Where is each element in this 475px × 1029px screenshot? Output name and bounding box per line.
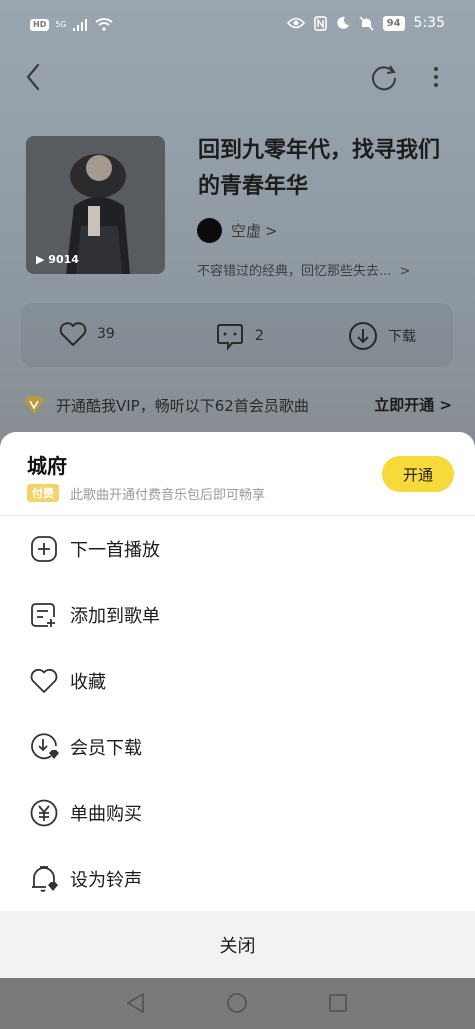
menu-item-label: 添加到歌单 — [70, 606, 160, 627]
menu-item-label: 会员下载 — [70, 738, 142, 759]
back-arrow-icon[interactable] — [24, 62, 42, 92]
action-bar: 39 2 下载 — [21, 303, 453, 367]
menu-item-label: 设为铃声 — [70, 870, 142, 891]
author-link[interactable]: 空虚 > — [197, 218, 278, 243]
refresh-icon[interactable] — [369, 62, 399, 92]
play-next-icon — [28, 533, 60, 565]
mute-bell-icon — [359, 15, 374, 31]
comment-button[interactable]: 2 — [215, 321, 264, 351]
menu-item-favorite[interactable]: 收藏 — [0, 648, 475, 714]
chevron-right-icon: > — [265, 221, 278, 240]
sheet-header: 城府 付费 此歌曲开通付费音乐包后即可畅享 开通 — [0, 432, 475, 516]
download-icon — [349, 322, 377, 350]
open-vip-button[interactable]: 开通 — [382, 456, 454, 492]
chevron-right-icon: > — [399, 264, 411, 279]
battery-indicator: 94 — [382, 15, 405, 31]
heart-icon — [59, 322, 87, 346]
menu-item-set-ringtone[interactable]: 设为铃声 — [0, 846, 475, 912]
menu-item-play-next[interactable]: 下一首播放 — [0, 516, 475, 582]
nfc-icon — [313, 15, 327, 31]
like-count: 39 — [97, 326, 115, 342]
playlist-cover[interactable]: ▶ 9014 — [26, 136, 165, 274]
paid-badge: 付费 — [27, 484, 59, 502]
eye-icon — [286, 17, 305, 29]
hd-indicator: HD — [30, 18, 50, 31]
download-button[interactable]: 下载 — [348, 321, 416, 351]
yen-icon — [28, 797, 60, 829]
more-vertical-icon[interactable] — [428, 62, 444, 92]
moon-icon — [337, 16, 349, 29]
playlist-description[interactable]: 不容错过的经典，回忆那些失去... > — [197, 260, 410, 279]
signal-icon — [72, 18, 87, 31]
close-button[interactable]: 关闭 — [0, 911, 475, 978]
clock: 5:35 — [413, 15, 445, 31]
playlist-title: 回到九零年代，找寻我们的青春年华 — [198, 138, 441, 199]
vip-banner[interactable]: 开通酷我VIP，畅听以下62首会员歌曲 立即开通 > — [22, 390, 452, 420]
menu-item-vip-download[interactable]: 会员下载 — [0, 714, 475, 780]
nav-home-icon[interactable] — [226, 992, 248, 1014]
network-type: 5G — [55, 20, 67, 29]
heart-icon — [28, 665, 60, 697]
add-to-playlist-icon — [28, 599, 60, 631]
menu-item-label: 收藏 — [70, 672, 106, 693]
nav-recents-icon[interactable] — [328, 993, 348, 1013]
play-count: ▶ 9014 — [36, 253, 79, 266]
paid-note: 此歌曲开通付费音乐包后即可畅享 — [70, 488, 266, 503]
description-text: 不容错过的经典，回忆那些失去... — [197, 264, 392, 279]
top-nav — [0, 58, 475, 98]
menu-item-label: 单曲购买 — [70, 804, 142, 825]
vip-diamond-icon — [24, 396, 44, 414]
menu-item-add-to-playlist[interactable]: 添加到歌单 — [0, 582, 475, 648]
menu-item-buy-single[interactable]: 单曲购买 — [0, 780, 475, 846]
wifi-icon — [95, 18, 113, 31]
download-label: 下载 — [388, 329, 416, 345]
comment-icon — [217, 324, 243, 351]
menu-item-label: 下一首播放 — [70, 540, 160, 561]
vip-download-icon — [28, 731, 60, 763]
play-count-value: 9014 — [48, 253, 79, 266]
song-title: 城府 — [27, 454, 67, 478]
system-nav-bar — [0, 978, 475, 1029]
ringtone-bell-icon — [28, 863, 60, 895]
vip-open-now-link[interactable]: 立即开通 > — [374, 394, 452, 415]
options-menu: 下一首播放 添加到歌单 收藏 会员下载 单曲购买 设为铃声 — [0, 516, 475, 912]
author-name: 空虚 — [231, 222, 262, 240]
like-button[interactable]: 39 — [59, 321, 115, 347]
song-options-sheet: 城府 付费 此歌曲开通付费音乐包后即可畅享 开通 下一首播放 添加到歌单 收藏 … — [0, 432, 475, 978]
comment-count: 2 — [255, 328, 264, 344]
nav-back-icon[interactable] — [125, 992, 147, 1014]
avatar — [197, 218, 222, 243]
status-bar: HD 5G 94 5:35 — [0, 0, 475, 52]
vip-banner-text: 开通酷我VIP，畅听以下62首会员歌曲 — [56, 396, 309, 415]
